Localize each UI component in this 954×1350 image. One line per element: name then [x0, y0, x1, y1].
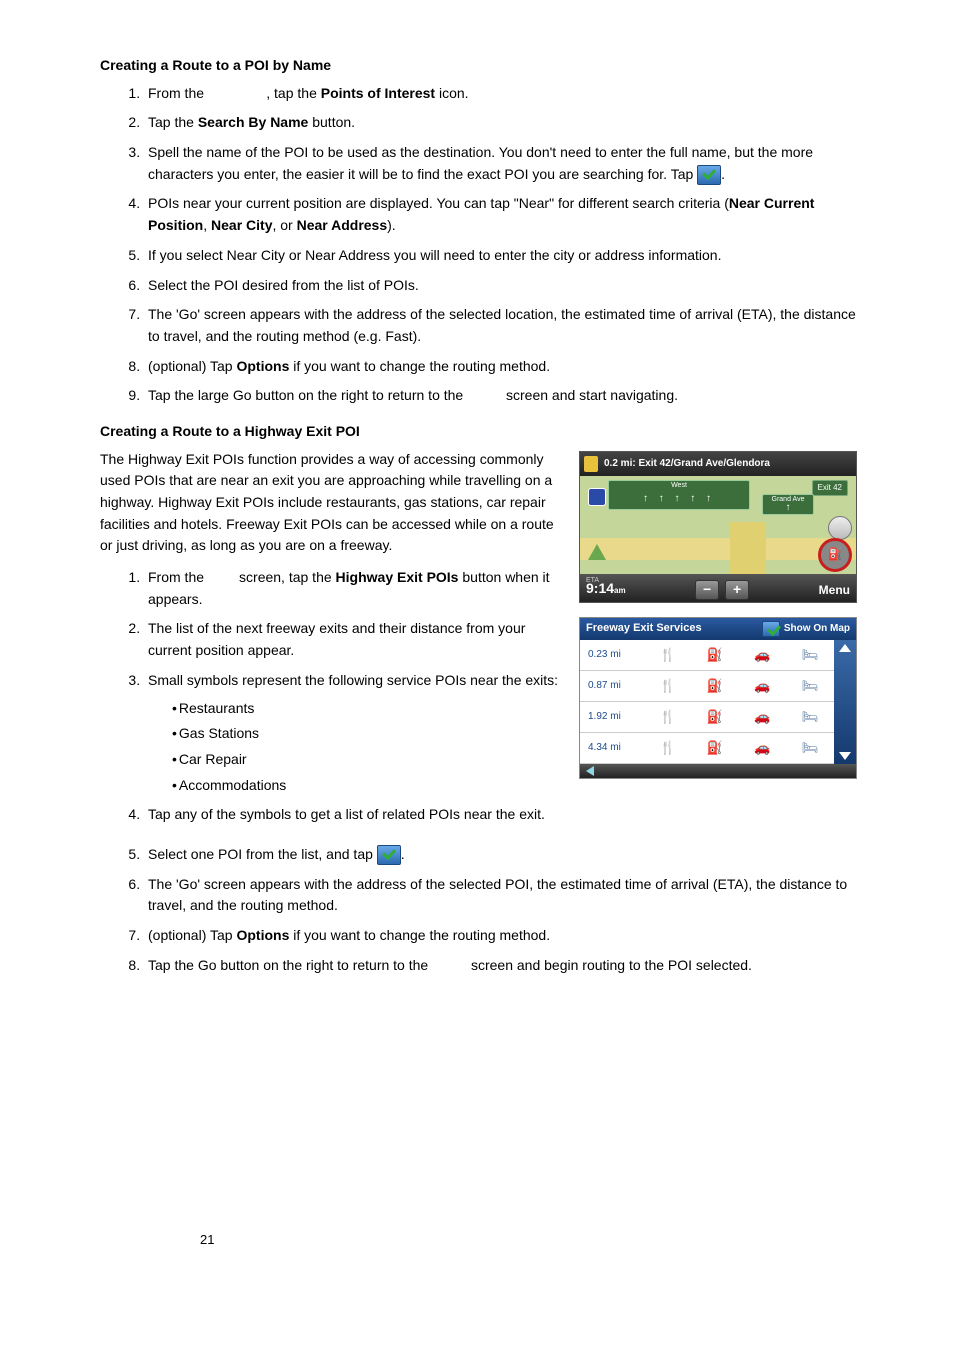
s1-step3: Spell the name of the POI to be used as …	[144, 142, 859, 185]
s2-step1: From the screen, tap the Highway Exit PO…	[144, 567, 561, 610]
s1-step1: From the , tap the Points of Interest ic…	[144, 83, 859, 105]
s2-step2: The list of the next freeway exits and t…	[144, 618, 561, 661]
s1-step8: (optional) Tap Options if you want to ch…	[144, 356, 859, 378]
section2-list-a: From the screen, tap the Highway Exit PO…	[100, 567, 561, 826]
s1-step2: Tap the Search By Name button.	[144, 112, 859, 134]
vehicle-icon	[588, 544, 606, 560]
table-row[interactable]: 0.23 mi 🍴 ⛽ 🚗 🛏	[580, 640, 834, 671]
s2-step5: Select one POI from the list, and tap .	[144, 844, 859, 866]
road-horizontal	[580, 538, 856, 560]
exit-services-table: 0.23 mi 🍴 ⛽ 🚗 🛏 0.87 mi 🍴 ⛽ 🚗 🛏	[580, 640, 834, 765]
section2-list-b: Select one POI from the list, and tap . …	[100, 844, 859, 976]
poi-accommodations: Accommodations	[172, 775, 561, 797]
zoom-in-button[interactable]: +	[725, 580, 749, 600]
highway-exit-pois-button[interactable]: ⛽	[818, 538, 852, 572]
s2-step3: Small symbols represent the following se…	[144, 670, 561, 796]
s2-step7: (optional) Tap Options if you want to ch…	[144, 925, 859, 947]
s1-step5: If you select Near City or Near Address …	[144, 245, 859, 267]
exit-tag: Exit 42	[812, 480, 848, 496]
repair-icon[interactable]: 🚗	[754, 709, 770, 724]
freeway-exit-services-panel: Freeway Exit Services Show On Map 0.23 m…	[579, 617, 857, 780]
map-screenshot: 0.2 mi: Exit 42/Grand Ave/Glendora Exit …	[579, 451, 857, 603]
gas-icon[interactable]: ⛽	[707, 740, 723, 755]
s1-step9: Tap the large Go button on the right to …	[144, 385, 859, 407]
exit-services-title: Freeway Exit Services	[586, 620, 702, 637]
checkmark-icon	[377, 845, 401, 865]
table-row[interactable]: 1.92 mi 🍴 ⛽ 🚗 🛏	[580, 701, 834, 732]
service-poi-list: Restaurants Gas Stations Car Repair Acco…	[172, 698, 561, 797]
repair-icon[interactable]: 🚗	[754, 647, 770, 662]
s1-step4: POIs near your current position are disp…	[144, 193, 859, 236]
s2-step4: Tap any of the symbols to get a list of …	[144, 804, 561, 826]
gas-icon[interactable]: ⛽	[707, 709, 723, 724]
scroll-up-icon[interactable]	[839, 644, 851, 652]
hotel-icon[interactable]: 🛏	[802, 647, 819, 662]
s1-step6: Select the POI desired from the list of …	[144, 275, 859, 297]
gas-icon[interactable]: ⛽	[707, 678, 723, 693]
restaurant-icon[interactable]: 🍴	[660, 647, 676, 662]
restaurant-icon[interactable]: 🍴	[660, 678, 676, 693]
grand-ave-sign: Grand Ave ↑	[762, 494, 814, 515]
poi-gas: Gas Stations	[172, 723, 561, 745]
section2-heading: Creating a Route to a Highway Exit POI	[100, 421, 859, 443]
restaurant-icon[interactable]: 🍴	[660, 740, 676, 755]
s1-step7: The 'Go' screen appears with the address…	[144, 304, 859, 347]
gas-icon[interactable]: ⛽	[707, 647, 723, 662]
hotel-icon[interactable]: 🛏	[802, 678, 819, 693]
scrollbar[interactable]	[834, 640, 856, 765]
checkmark-icon	[762, 621, 780, 637]
checkmark-icon	[697, 165, 721, 185]
repair-icon[interactable]: 🚗	[754, 678, 770, 693]
compass-icon	[828, 516, 852, 540]
hotel-icon[interactable]: 🛏	[802, 740, 819, 755]
map-topbar: 0.2 mi: Exit 42/Grand Ave/Glendora	[580, 452, 856, 476]
show-on-map-toggle[interactable]: Show On Map	[762, 621, 850, 637]
map-bottom-bar: ETA 9:14am − + Menu	[580, 574, 856, 602]
menu-button[interactable]: Menu	[819, 581, 850, 600]
restaurant-icon[interactable]: 🍴	[660, 709, 676, 724]
poi-repair: Car Repair	[172, 749, 561, 771]
hotel-icon[interactable]: 🛏	[802, 709, 819, 724]
zoom-out-button[interactable]: −	[695, 580, 719, 600]
page-number: 21	[200, 1230, 214, 1250]
table-row[interactable]: 4.34 mi 🍴 ⛽ 🚗 🛏	[580, 733, 834, 764]
route-shield-icon	[584, 456, 598, 472]
section1-list: From the , tap the Points of Interest ic…	[100, 83, 859, 407]
scroll-down-icon[interactable]	[839, 752, 851, 760]
poi-restaurants: Restaurants	[172, 698, 561, 720]
s2-step8: Tap the Go button on the right to return…	[144, 955, 859, 977]
repair-icon[interactable]: 🚗	[754, 740, 770, 755]
section2-intro: The Highway Exit POIs function provides …	[100, 449, 561, 557]
interstate-icon	[588, 488, 606, 506]
direction-sign: West ↑ ↑ ↑ ↑ ↑	[608, 480, 750, 510]
table-row[interactable]: 0.87 mi 🍴 ⛽ 🚗 🛏	[580, 670, 834, 701]
section1-heading: Creating a Route to a POI by Name	[100, 55, 859, 77]
s2-step6: The 'Go' screen appears with the address…	[144, 874, 859, 917]
back-icon[interactable]	[586, 766, 594, 776]
